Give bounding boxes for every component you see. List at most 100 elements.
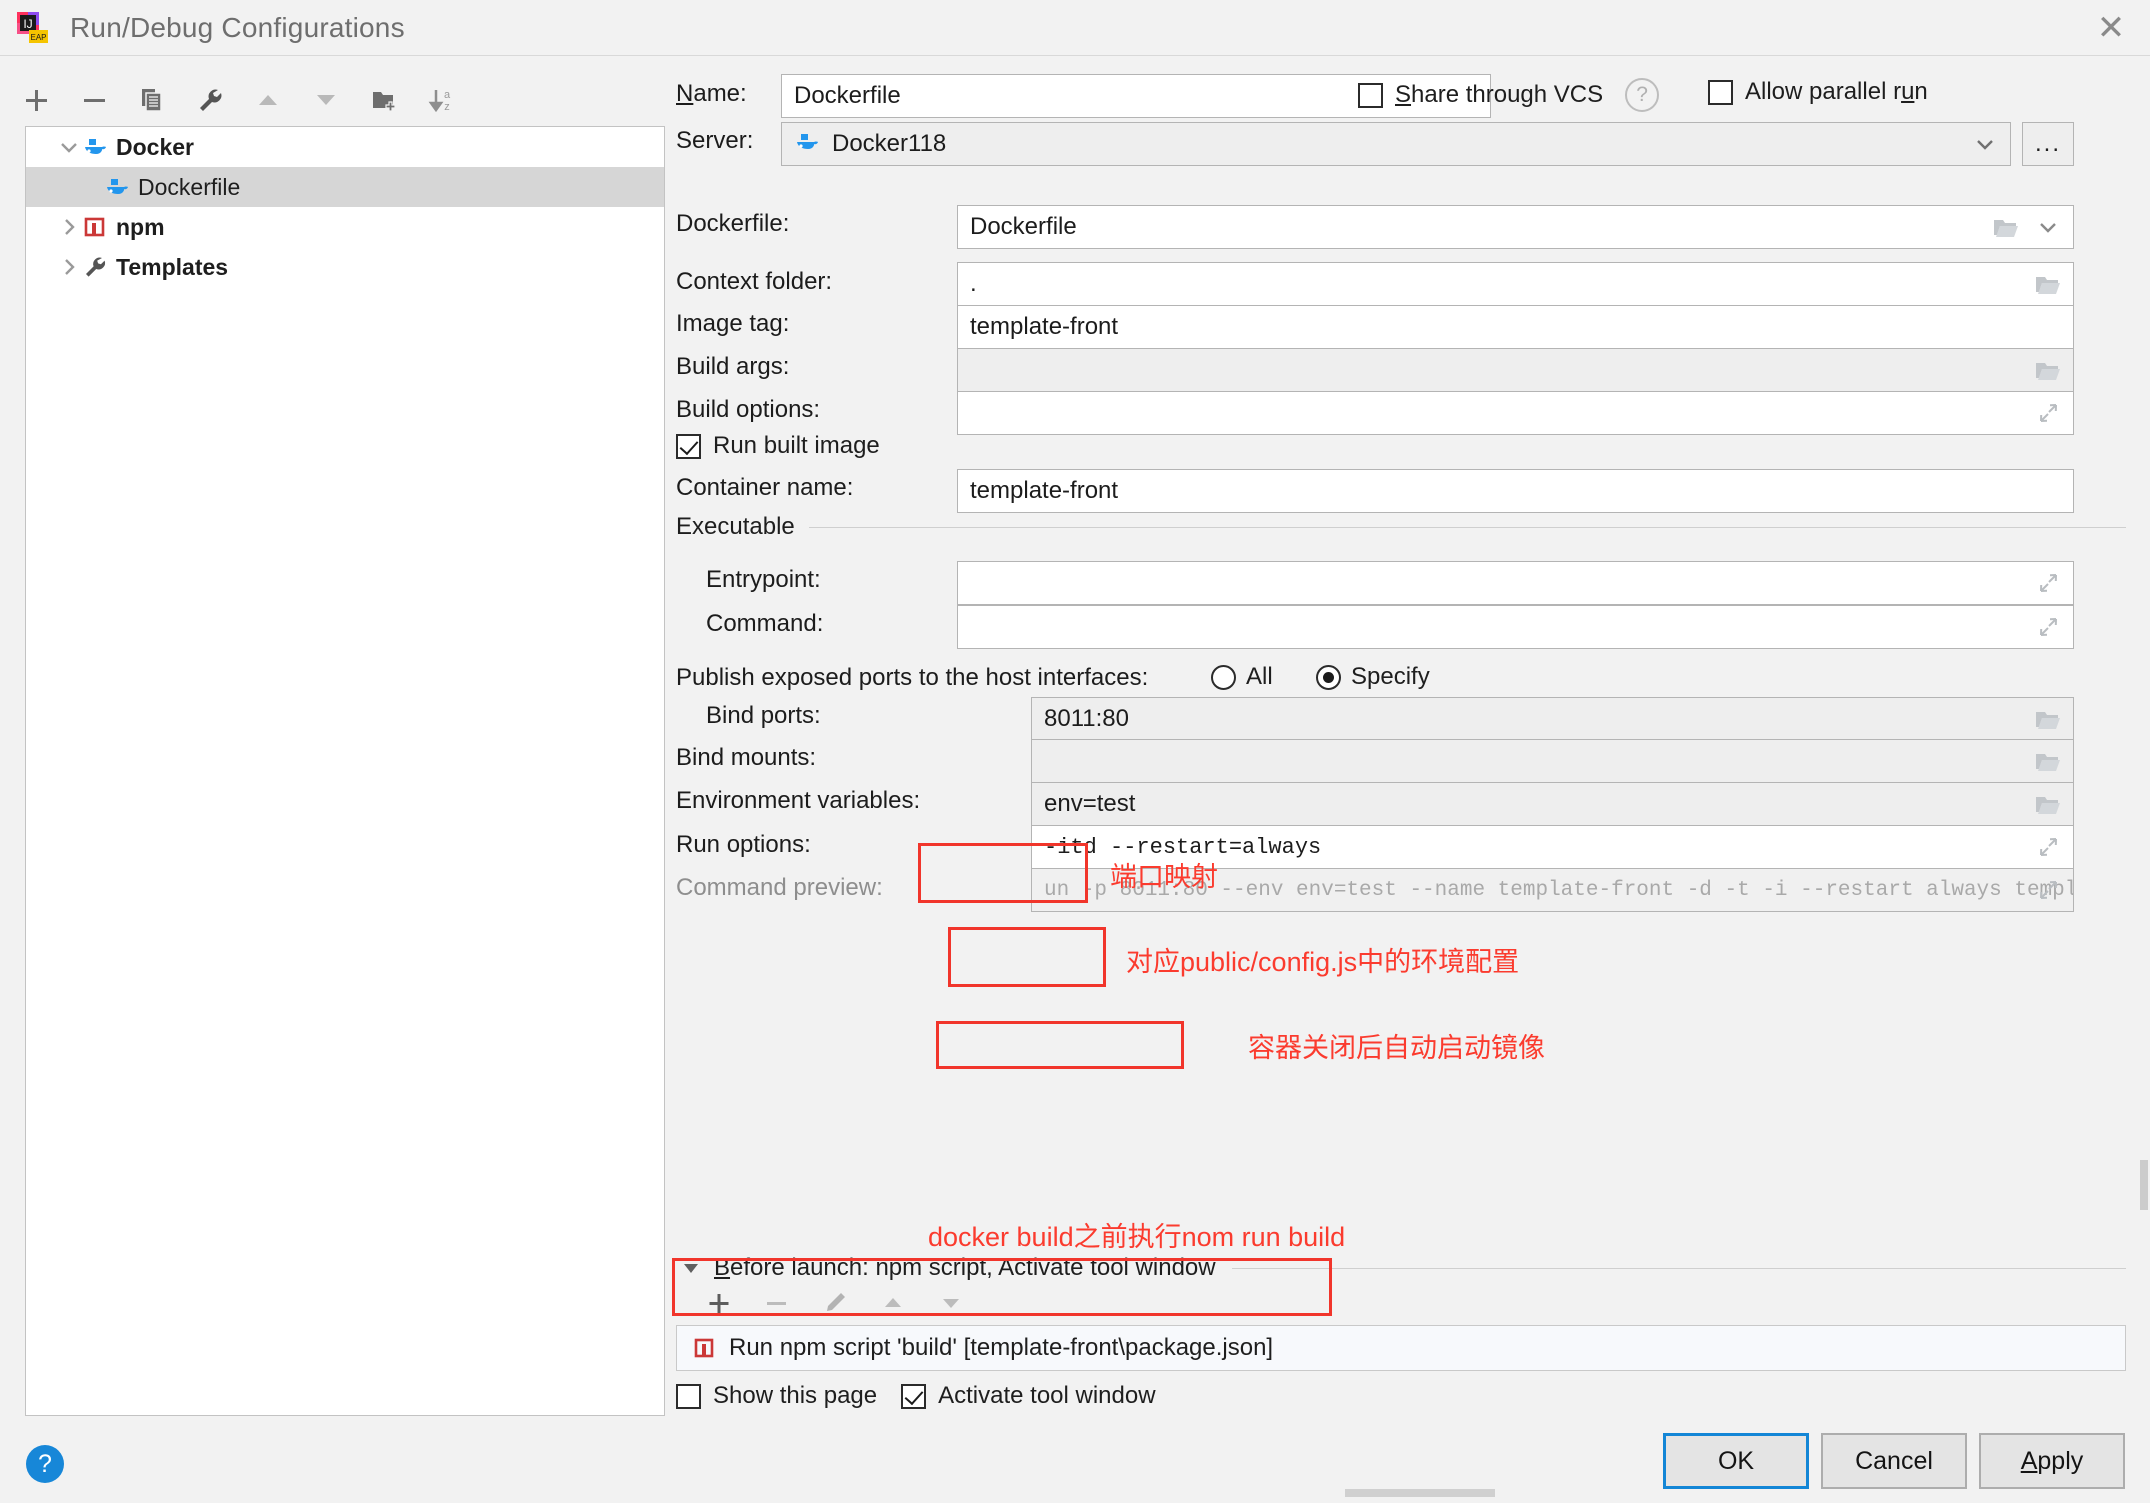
tree-item-npm[interactable]: npm [26,207,664,247]
before-launch-header[interactable]: Before launch: npm script, Activate tool… [676,1254,2126,1282]
chevron-down-icon[interactable] [676,1255,706,1281]
share-through-vcs-checkbox-row[interactable]: Share through VCS ? [1358,78,1660,112]
folder-icon[interactable] [2033,791,2063,817]
allow-parallel-run-checkbox-row[interactable]: Allow parallel run [1708,78,1928,106]
publish-all-radio[interactable] [1211,664,1236,690]
expand-icon[interactable] [2033,400,2063,426]
remove-configuration-button[interactable] [80,86,108,114]
name-label: Name: [676,80,747,107]
expand-icon[interactable] [2033,834,2063,860]
command-input[interactable] [957,605,2074,649]
publish-all-label: All [1246,663,1273,690]
command-preview-label: Command preview: [676,874,883,901]
configuration-form: Name: Dockerfile Share through VCS ? All… [676,60,2126,1410]
container-name-input[interactable]: template-front [957,469,2074,513]
build-options-input[interactable] [957,391,2074,435]
wrench-icon [82,254,108,280]
show-this-page-checkbox-row[interactable]: Show this page [676,1382,877,1410]
before-launch-task-row[interactable]: Run npm script 'build' [template-front\p… [676,1325,2126,1371]
activate-tool-window-checkbox[interactable] [901,1383,927,1409]
entrypoint-input[interactable] [957,561,2074,605]
tree-item-label: Dockerfile [138,173,241,200]
move-task-up-button[interactable] [880,1290,906,1316]
copy-configuration-button[interactable] [138,86,166,114]
run-options-annotation-text: 容器关闭后自动启动镜像 [1248,1033,1545,1063]
folder-icon[interactable] [1991,214,2021,240]
bind-mounts-input[interactable] [1031,739,2074,783]
folder-icon[interactable] [2033,706,2063,732]
svg-text:z: z [444,101,450,113]
npm-icon [691,1335,717,1361]
configurations-tree[interactable]: Docker Dockerfile npm Templates [25,126,665,1416]
docker-icon [794,131,824,157]
bind-ports-input[interactable]: 8011:80 [1031,697,2074,741]
tree-item-templates[interactable]: Templates [26,247,664,287]
docker-icon [82,134,108,160]
chevron-down-icon[interactable] [56,134,82,160]
activate-tool-window-checkbox-row[interactable]: Activate tool window [901,1382,1156,1410]
image-tag-input[interactable]: template-front [957,305,2074,349]
publish-specify-radio[interactable] [1316,664,1341,690]
expand-icon[interactable] [2033,570,2063,596]
allow-parallel-run-checkbox[interactable] [1708,79,1733,105]
ok-button[interactable]: OK [1663,1433,1809,1489]
run-built-image-checkbox[interactable] [676,433,701,459]
chevron-down-icon[interactable] [1970,131,2000,157]
close-icon[interactable]: ✕ [2072,0,2150,56]
publish-specify-label: Specify [1351,663,1430,690]
bind-ports-label: Bind ports: [706,702,821,729]
move-task-down-button[interactable] [938,1290,964,1316]
tree-item-label: Docker [116,133,194,160]
apply-button[interactable]: Apply [1979,1433,2125,1489]
folder-icon[interactable] [2033,357,2063,383]
section-divider [808,526,2126,528]
edit-task-button[interactable] [822,1290,848,1316]
container-name-label: Container name: [676,474,854,501]
add-task-button[interactable] [706,1290,732,1316]
command-label: Command: [706,610,824,637]
scrollbar-thumb[interactable] [2140,1160,2148,1210]
executable-section-header: Executable [676,513,2126,541]
section-divider [1231,1267,2126,1269]
svg-text:a: a [444,89,451,101]
publish-all-radio-row[interactable]: All [1211,663,1273,691]
show-this-page-checkbox[interactable] [676,1383,701,1409]
tree-item-docker[interactable]: Docker [26,127,664,167]
expand-icon[interactable] [2033,614,2063,640]
chevron-right-icon[interactable] [56,214,82,240]
folder-icon[interactable] [2033,271,2063,297]
server-browse-button[interactable]: ... [2022,122,2074,166]
expand-icon[interactable] [2033,877,2063,903]
environment-variables-input[interactable]: env=test [1031,782,2074,826]
context-folder-input[interactable]: . [957,262,2074,306]
move-up-button[interactable] [254,86,282,114]
before-launch-toolbar [706,1290,964,1316]
build-args-input[interactable] [957,348,2074,392]
bottom-checkbox-row: Show this page Activate tool window [676,1382,1156,1410]
tree-item-dockerfile[interactable]: Dockerfile [26,167,664,207]
run-options-label: Run options: [676,831,811,858]
chevron-down-icon[interactable] [2033,214,2063,240]
share-through-vcs-checkbox[interactable] [1358,82,1383,108]
move-down-button[interactable] [312,86,340,114]
tree-item-label: Templates [116,253,229,280]
add-configuration-button[interactable] [22,86,50,114]
publish-specify-radio-row[interactable]: Specify [1316,663,1430,691]
question-circle-icon[interactable]: ? [1625,78,1660,112]
edit-templates-button[interactable] [196,86,224,114]
cancel-button[interactable]: Cancel [1821,1433,1967,1489]
remove-task-button[interactable] [764,1290,790,1316]
before-launch-annotation-text: docker build之前执行nom run build [928,1222,1346,1252]
bind-ports-annotation-text: 端口映射 [1110,862,1218,892]
server-combobox[interactable]: Docker118 [781,122,2011,166]
chevron-right-icon[interactable] [56,254,82,280]
dockerfile-input[interactable]: Dockerfile [957,205,2074,249]
server-label: Server: [676,127,754,154]
activate-tool-window-label: Activate tool window [938,1382,1156,1409]
svg-text:EAP: EAP [30,33,46,42]
sort-configurations-button[interactable]: a z [428,86,456,114]
run-built-image-checkbox-row[interactable]: Run built image [676,432,880,460]
new-folder-button[interactable] [370,86,398,114]
intellij-idea-eap-icon: IJ EAP [16,11,50,45]
folder-icon[interactable] [2033,748,2063,774]
